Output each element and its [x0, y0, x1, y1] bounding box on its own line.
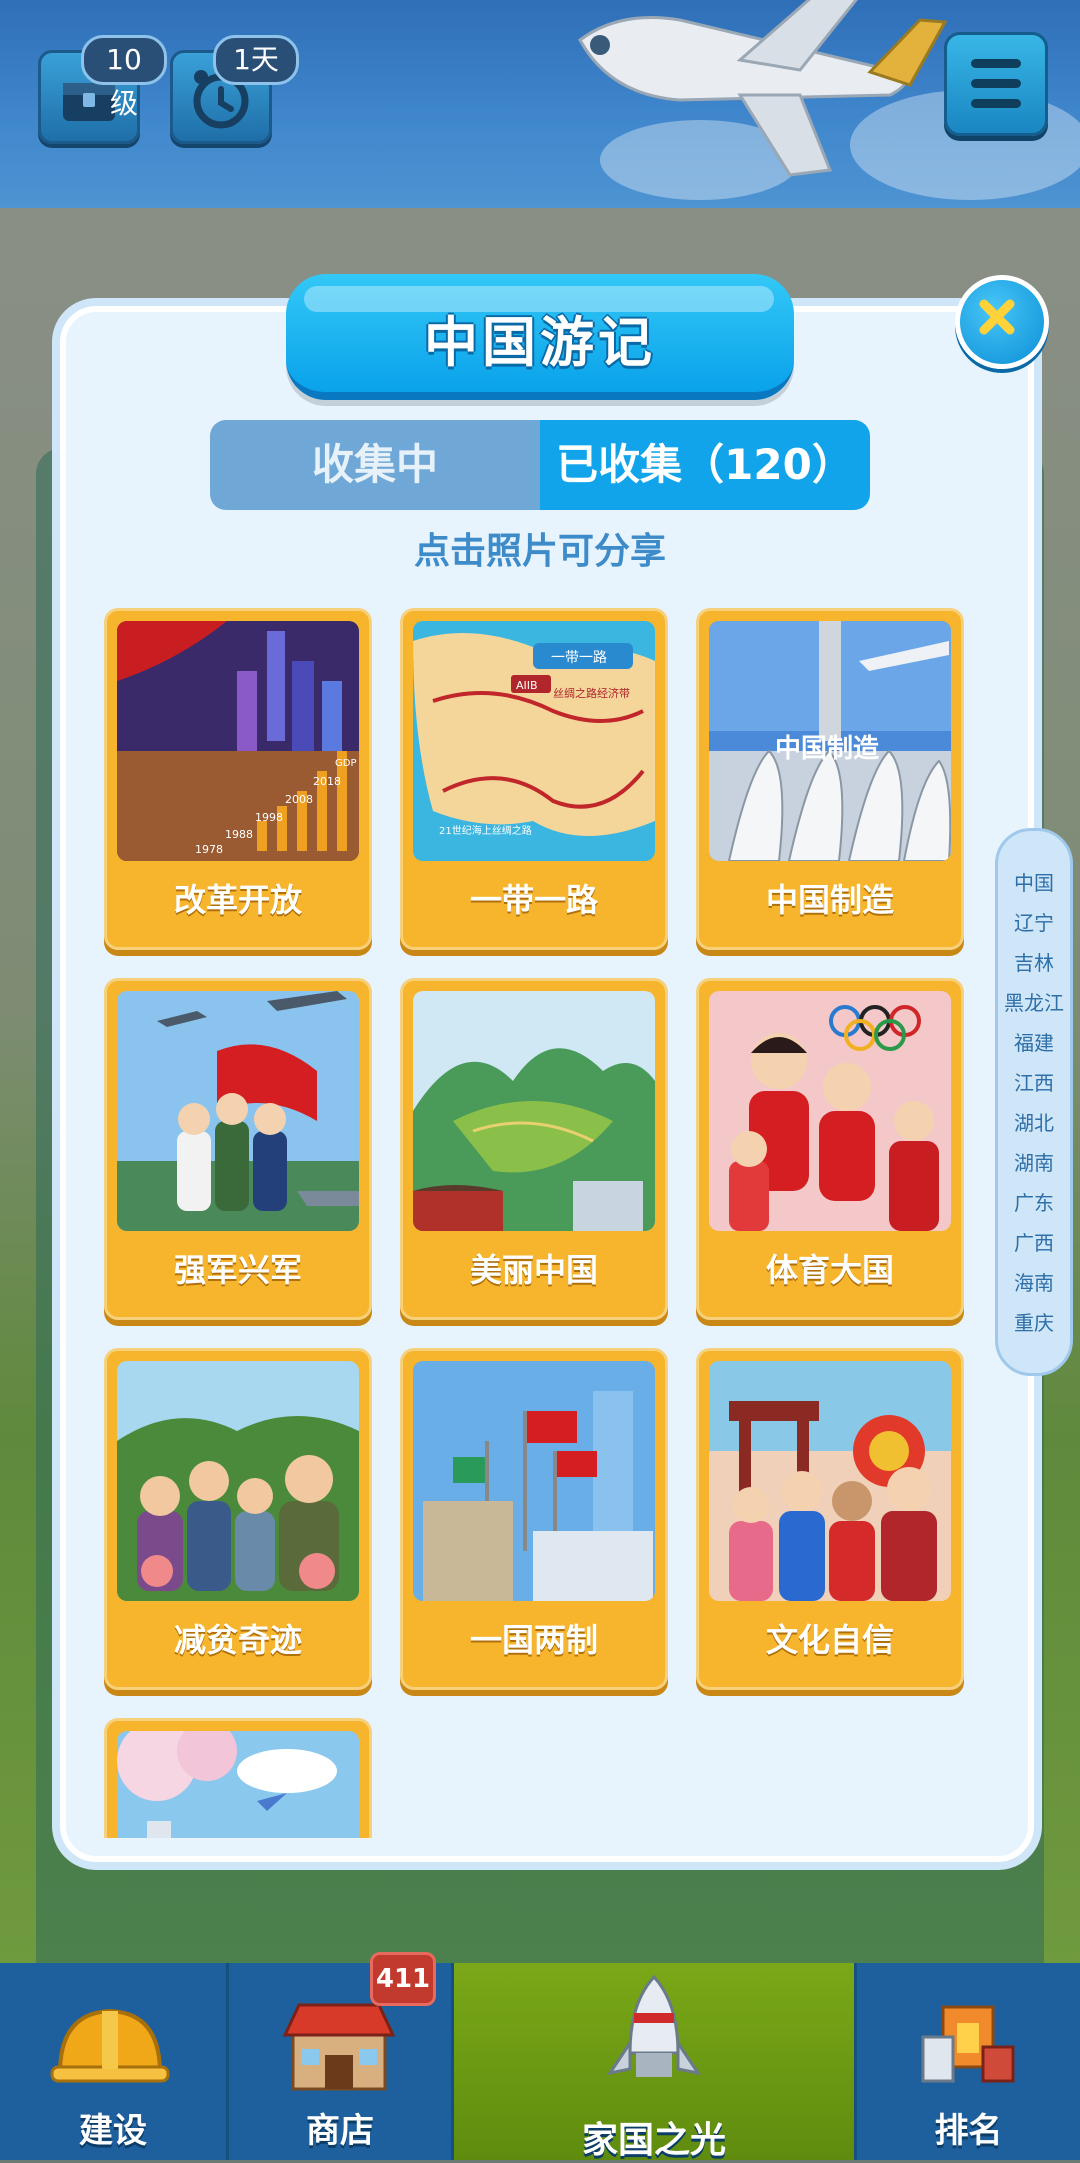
province-item[interactable]: 吉林	[998, 947, 1070, 976]
province-item[interactable]: 辽宁	[998, 907, 1070, 936]
shop-store-icon	[282, 2003, 396, 2091]
top-bar: 10级 1天	[0, 0, 1080, 208]
menu-button[interactable]	[944, 32, 1048, 136]
nav-shop-label: 商店	[306, 2111, 374, 2151]
nav-home-light[interactable]: 家国之光	[454, 1963, 854, 2161]
nav-ranking-label: 排名	[934, 2111, 1003, 2151]
province-index: 中国 辽宁 吉林 黑龙江 福建 江西 湖北 湖南 广东 广西 海南 重庆	[995, 828, 1073, 1376]
ranking-trophy-icon	[921, 2005, 1015, 2083]
hamburger-menu-icon	[971, 59, 1021, 68]
days-badge: 1天	[213, 35, 299, 85]
province-item[interactable]: 福建	[998, 1027, 1070, 1056]
province-item[interactable]: 广西	[998, 1227, 1070, 1256]
bottom-nav: 建设 商店 家国之光 排名	[0, 1963, 1080, 2161]
hamburger-line	[971, 99, 1021, 108]
modal-title-banner: 中国游记	[286, 274, 794, 400]
nav-ranking[interactable]: 排名	[857, 1963, 1080, 2160]
nav-home-light-label: 家国之光	[581, 2120, 726, 2161]
airplane-decoration	[578, 0, 948, 177]
modal-title: 中国游记	[424, 311, 656, 374]
tab-collected[interactable]: 已收集（120）	[540, 420, 870, 510]
province-item[interactable]: 广东	[998, 1187, 1070, 1216]
province-item[interactable]: 湖南	[998, 1147, 1070, 1176]
province-item[interactable]: 江西	[998, 1067, 1070, 1096]
nav-build[interactable]: 建设	[0, 1963, 226, 2160]
province-item[interactable]: 海南	[998, 1267, 1070, 1296]
chest-level-button[interactable]: 10级	[38, 35, 167, 144]
nav-build-label: 建设	[79, 2111, 147, 2151]
close-icon	[979, 299, 1015, 335]
province-item[interactable]: 中国	[998, 867, 1070, 896]
province-item[interactable]: 重庆	[998, 1307, 1070, 1336]
province-item[interactable]: 黑龙江	[998, 987, 1070, 1016]
collection-tabs: 收集中 已收集（120）	[210, 420, 870, 510]
alarm-days-button[interactable]: 1天	[170, 35, 299, 144]
share-hint: 点击照片可分享	[413, 531, 666, 572]
tab-collecting[interactable]: 收集中	[210, 420, 540, 510]
province-item[interactable]: 湖北	[998, 1107, 1070, 1136]
rocket-icon	[606, 1974, 702, 2077]
hard-hat-icon	[50, 2008, 170, 2083]
shop-notification-badge: 411	[370, 1952, 436, 2006]
level-badge: 10级	[81, 35, 167, 120]
hamburger-line	[971, 79, 1021, 88]
close-button[interactable]	[955, 275, 1049, 369]
